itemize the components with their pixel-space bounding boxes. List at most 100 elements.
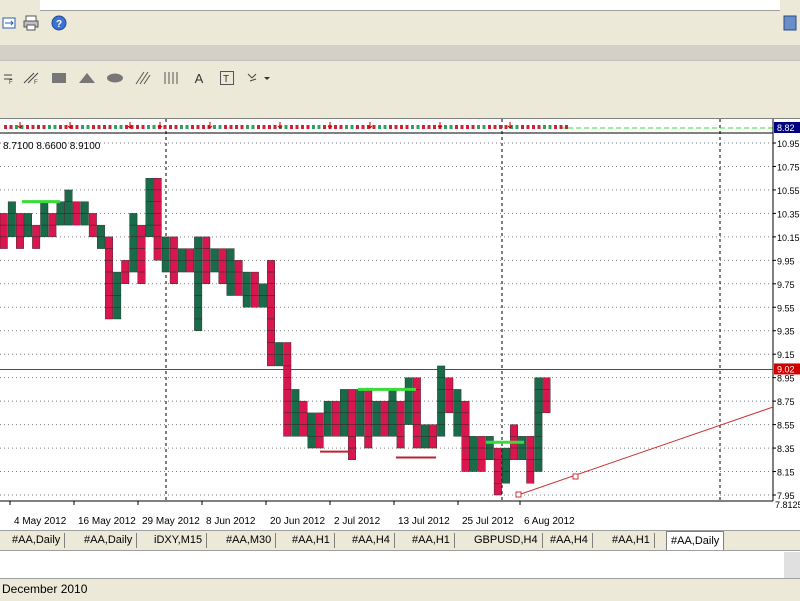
event-marker bbox=[295, 125, 299, 129]
pnf-o-box bbox=[429, 436, 437, 449]
event-marker bbox=[312, 125, 315, 129]
event-marker bbox=[59, 125, 62, 129]
label-icon[interactable]: T bbox=[218, 69, 236, 87]
ellipse-icon[interactable] bbox=[106, 69, 124, 87]
pnf-o-box bbox=[429, 424, 437, 437]
chart-tab[interactable]: #AA,H1 bbox=[408, 533, 455, 548]
status-text: December 2010 bbox=[2, 582, 88, 596]
event-marker bbox=[174, 125, 178, 129]
event-marker bbox=[493, 125, 497, 129]
pnf-o-box bbox=[461, 424, 470, 437]
chart-tab[interactable]: #AA,Daily bbox=[8, 533, 66, 548]
pnf-x-box bbox=[502, 447, 510, 461]
pnf-o-box bbox=[137, 236, 146, 249]
pnf-o-box bbox=[153, 178, 162, 191]
pnf-o-box bbox=[493, 447, 502, 461]
pnf-x-box bbox=[242, 295, 251, 308]
pnf-o-box bbox=[526, 471, 535, 484]
event-marker bbox=[466, 125, 469, 129]
event-marker bbox=[372, 125, 376, 129]
chart-tab[interactable]: #AA,H1 bbox=[288, 533, 335, 548]
chart-tab[interactable]: #AA,Daily bbox=[80, 533, 138, 548]
pnf-o-box bbox=[169, 248, 178, 261]
pnf-x-box bbox=[64, 201, 73, 214]
svg-text:?: ? bbox=[56, 19, 62, 30]
x-tick-label: 16 May 2012 bbox=[78, 516, 136, 527]
event-marker bbox=[136, 125, 139, 129]
y-tick-label: 10.55 bbox=[777, 186, 800, 196]
chart-tab[interactable]: GBPUSD,H4 bbox=[470, 533, 543, 548]
status-bar: December 2010 bbox=[0, 578, 800, 601]
pnf-o-box bbox=[461, 412, 470, 425]
chart-tab[interactable]: #AA,M30 bbox=[222, 533, 277, 548]
event-marker bbox=[405, 125, 409, 129]
pnf-o-box bbox=[331, 412, 340, 425]
window-control-icon[interactable] bbox=[781, 14, 799, 32]
pnf-x-box bbox=[388, 400, 397, 414]
event-marker bbox=[526, 125, 530, 129]
event-marker bbox=[455, 125, 458, 129]
event-marker bbox=[26, 125, 29, 129]
event-marker bbox=[152, 125, 156, 129]
pnf-o-box bbox=[234, 260, 243, 273]
pnf-x-box bbox=[194, 295, 203, 308]
pnf-x-box bbox=[534, 389, 543, 402]
pnf-o-box bbox=[267, 307, 275, 320]
print-icon[interactable] bbox=[22, 14, 40, 32]
pnf-x-box bbox=[340, 412, 348, 425]
chart-svg[interactable]: 10.95 10.75 10.55 10.35 10.15 9.95 9.75 9.55 9.3… bbox=[0, 119, 800, 531]
y-tick-label: 9.95 bbox=[777, 256, 795, 266]
fibo-icon[interactable] bbox=[162, 69, 180, 87]
pnf-o-box bbox=[364, 424, 373, 437]
text-icon[interactable]: A bbox=[190, 69, 208, 87]
pnf-o-box bbox=[218, 271, 227, 284]
rectangle-icon[interactable] bbox=[50, 69, 68, 87]
pnf-o-box bbox=[137, 271, 146, 284]
pnf-o-box bbox=[105, 307, 114, 320]
pnf-o-box bbox=[48, 224, 57, 238]
x-tick-label: 20 Jun 2012 bbox=[270, 516, 325, 527]
pnf-x-box bbox=[356, 400, 365, 414]
triangle-icon[interactable] bbox=[78, 69, 96, 87]
pnf-x-box bbox=[534, 377, 543, 390]
pnf-o-box bbox=[267, 260, 275, 273]
pnf-x-box bbox=[113, 295, 122, 308]
pnf-o-box bbox=[72, 213, 81, 226]
pnf-o-box bbox=[461, 400, 470, 414]
pnf-o-box bbox=[105, 248, 114, 261]
pnf-o-box bbox=[412, 377, 421, 390]
pnf-o-box bbox=[186, 248, 195, 261]
pnf-o-box bbox=[250, 295, 259, 308]
chart-window[interactable]: 10.95 10.75 10.55 10.35 10.15 9.95 9.75 9.55 9.3… bbox=[0, 118, 800, 531]
event-marker bbox=[521, 125, 524, 129]
pnf-x-box bbox=[129, 236, 138, 249]
pnf-x-box bbox=[388, 389, 397, 402]
arrow-tools-icon[interactable] bbox=[246, 69, 272, 87]
channel-icon[interactable] bbox=[134, 69, 152, 87]
pnf-x-box bbox=[129, 224, 138, 238]
pnf-x-box bbox=[96, 236, 105, 249]
help-icon[interactable]: ? bbox=[50, 14, 68, 32]
hline-icon[interactable]: F bbox=[0, 69, 18, 87]
chart-tab[interactable]: #AA,H4 bbox=[546, 533, 593, 548]
event-marker bbox=[75, 125, 79, 129]
pnf-x-box bbox=[307, 424, 316, 437]
event-marker bbox=[532, 125, 535, 129]
time-axis: 4 May 2012 16 May 2012 29 May 2012 8 Jun 20… bbox=[9, 501, 575, 527]
pnf-o-box bbox=[364, 400, 373, 414]
y-tick-label: 9.15 bbox=[777, 350, 795, 360]
panel-scrollbar[interactable] bbox=[784, 552, 800, 578]
event-marker bbox=[218, 125, 222, 129]
pnf-o-box bbox=[412, 389, 421, 402]
chart-tab[interactable]: #AA,H1 bbox=[608, 533, 655, 548]
fit-window-icon[interactable] bbox=[0, 14, 18, 32]
pnf-o-box bbox=[283, 400, 292, 414]
pnf-x-box bbox=[437, 365, 446, 378]
chart-tab[interactable]: iDXY,M15 bbox=[150, 533, 208, 548]
chart-tab[interactable]: #AA,Daily bbox=[666, 531, 725, 550]
trendline-icon[interactable]: F bbox=[22, 69, 40, 87]
chart-tab[interactable]: #AA,H4 bbox=[348, 533, 395, 548]
pnf-o-box bbox=[202, 236, 211, 249]
price-axis: 10.95 10.75 10.55 10.35 10.15 9.95 9.75 9.55 9.3… bbox=[773, 122, 800, 510]
event-marker bbox=[499, 125, 502, 129]
